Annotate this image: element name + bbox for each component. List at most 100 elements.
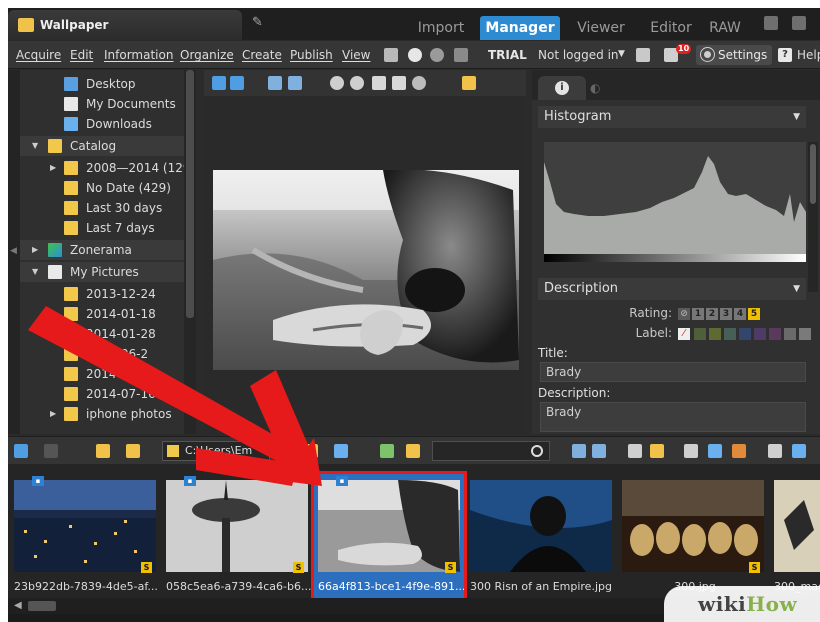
new-folder-icon[interactable]	[304, 444, 318, 458]
thumbnail-shields[interactable]: S 300.jpg	[618, 474, 768, 598]
label-color-swatch[interactable]	[694, 328, 706, 340]
trial-label[interactable]: TRIAL	[488, 48, 527, 62]
zoom-out-icon[interactable]	[350, 76, 364, 90]
tree-item-iphone-photos[interactable]: ▶ iphone photos	[50, 404, 194, 424]
menu-create[interactable]: Create	[242, 48, 282, 62]
rating-control[interactable]: ⊘ 1 2 3 4 5	[678, 308, 798, 320]
tree-section-catalog[interactable]: ▼ Catalog	[20, 136, 194, 156]
menu-information[interactable]: Information	[104, 48, 173, 62]
scrollbar-thumb[interactable]	[810, 144, 816, 204]
export-icon[interactable]	[732, 444, 746, 458]
description-field[interactable]: Brady	[540, 402, 806, 432]
label-color-swatch[interactable]	[739, 328, 751, 340]
thumbnail-battle[interactable]: 300_mag	[770, 474, 820, 598]
settings-button[interactable]: Settings	[696, 45, 772, 65]
batch-icon[interactable]	[684, 444, 698, 458]
scrollbar-thumb[interactable]	[28, 601, 56, 611]
slideshow-icon[interactable]	[462, 76, 476, 90]
tree-section-my-pictures[interactable]: ▼ My Pictures	[20, 262, 194, 282]
rating-1[interactable]: 1	[692, 308, 704, 320]
menu-organize[interactable]: Organize	[180, 48, 234, 62]
folder-share-icon[interactable]	[384, 48, 398, 62]
label-color-swatch[interactable]	[799, 328, 811, 340]
zoom-tool-icon[interactable]	[412, 76, 426, 90]
image-viewer[interactable]	[204, 96, 526, 434]
tab-information[interactable]: i	[538, 76, 586, 100]
collapsed-arrow-icon[interactable]: ▶	[50, 404, 56, 424]
label-color-swatch[interactable]	[784, 328, 796, 340]
sort-icon[interactable]	[334, 444, 348, 458]
rotate-icon[interactable]	[430, 48, 444, 62]
chevron-down-icon[interactable]: ▼	[793, 106, 800, 128]
thumbnail-warrior[interactable]: 300 Risn of an Empire.jpg	[466, 474, 616, 598]
title-field[interactable]: Brady	[540, 362, 806, 382]
back-arrow-icon[interactable]	[212, 76, 226, 90]
label-color-swatch[interactable]	[709, 328, 721, 340]
fit-window-icon[interactable]	[372, 76, 386, 90]
zoom-in-icon[interactable]	[330, 76, 344, 90]
path-field[interactable]: C:\Users\Em	[162, 441, 270, 461]
rating-4[interactable]: 4	[734, 308, 746, 320]
expand-arrow-icon[interactable]: ▼	[32, 136, 38, 156]
email-icon[interactable]	[650, 444, 664, 458]
label-color-swatch[interactable]	[724, 328, 736, 340]
tab-import[interactable]: Import	[406, 16, 476, 40]
menu-publish[interactable]: Publish	[290, 48, 333, 62]
help-label[interactable]: Help	[797, 48, 820, 62]
collapsed-arrow-icon[interactable]: ▶	[32, 240, 38, 260]
tab-editor[interactable]: Editor	[636, 16, 706, 40]
monitor-icon[interactable]	[792, 16, 806, 30]
collapsed-arrow-icon[interactable]: ▶	[50, 158, 56, 178]
rotate-left-icon[interactable]	[268, 76, 282, 90]
forward-arrow-icon[interactable]	[230, 76, 244, 90]
panel-collapse-strip[interactable]: ◀	[8, 70, 20, 434]
help-icon[interactable]: ?	[778, 48, 792, 62]
tools-icon[interactable]	[768, 444, 782, 458]
menu-edit[interactable]: Edit	[70, 48, 93, 62]
tab-viewer[interactable]: Viewer	[566, 16, 636, 40]
rating-3[interactable]: 3	[720, 308, 732, 320]
chevron-down-icon[interactable]: ▼	[793, 278, 800, 300]
publish-icon[interactable]	[792, 444, 806, 458]
rotate-left-icon[interactable]	[572, 444, 586, 458]
scrollbar-thumb[interactable]	[186, 70, 194, 318]
thumbnail-dog-selected[interactable]: ▪ S 66a4f813-bce1-4f9e-891...	[311, 471, 467, 601]
thumbnail-city-night[interactable]: ▪ S 23b922db-7839-4de5-af...	[10, 474, 160, 598]
thumbnail-space-needle[interactable]: ▪ S 058c5ea6-a739-4ca6-b6...	[162, 474, 312, 598]
description-header[interactable]: Description ▼	[538, 278, 806, 300]
menu-view[interactable]: View	[342, 48, 370, 62]
actual-size-icon[interactable]	[392, 76, 406, 90]
rotate-right-icon[interactable]	[288, 76, 302, 90]
scroll-left-icon[interactable]: ◀	[14, 600, 22, 611]
folder-icon[interactable]	[126, 444, 140, 458]
label-color-swatch[interactable]	[769, 328, 781, 340]
folder-open-icon[interactable]	[406, 444, 420, 458]
rating-5[interactable]: 5	[748, 308, 760, 320]
search-icon[interactable]	[408, 48, 422, 62]
label-none-icon[interactable]: ⁄	[678, 328, 690, 340]
brush-icon[interactable]: ✎	[252, 16, 266, 30]
cart-icon[interactable]	[636, 48, 650, 62]
rating-2[interactable]: 2	[706, 308, 718, 320]
search-icon[interactable]	[531, 445, 543, 457]
properties-scrollbar[interactable]	[808, 142, 818, 292]
expand-arrow-icon[interactable]: ▼	[32, 262, 38, 282]
tree-scrollbar[interactable]	[184, 70, 196, 434]
tree-item-date-range[interactable]: ▶ 2008—2014 (129)	[50, 158, 194, 178]
tab-manager[interactable]: Manager	[480, 16, 560, 40]
tree-section-zonerama[interactable]: ▶ Zonerama	[20, 240, 194, 260]
collapse-left-icon[interactable]: ◀	[10, 246, 17, 256]
share-icon[interactable]	[708, 444, 722, 458]
back-arrow-icon[interactable]	[14, 444, 28, 458]
login-status[interactable]: Not logged in	[538, 48, 619, 62]
print-icon[interactable]	[628, 444, 642, 458]
tab-raw[interactable]: RAW	[700, 16, 750, 40]
forward-arrow-icon[interactable]	[44, 444, 58, 458]
label-color-picker[interactable]: ⁄	[678, 328, 818, 340]
folder-up-icon[interactable]	[96, 444, 110, 458]
chevron-down-icon[interactable]: ▼	[618, 49, 625, 59]
rating-clear-icon[interactable]: ⊘	[678, 308, 690, 320]
app-tab[interactable]: Wallpaper	[8, 10, 242, 40]
histogram-header[interactable]: Histogram ▼	[538, 106, 806, 128]
rotate-right-icon[interactable]	[592, 444, 606, 458]
